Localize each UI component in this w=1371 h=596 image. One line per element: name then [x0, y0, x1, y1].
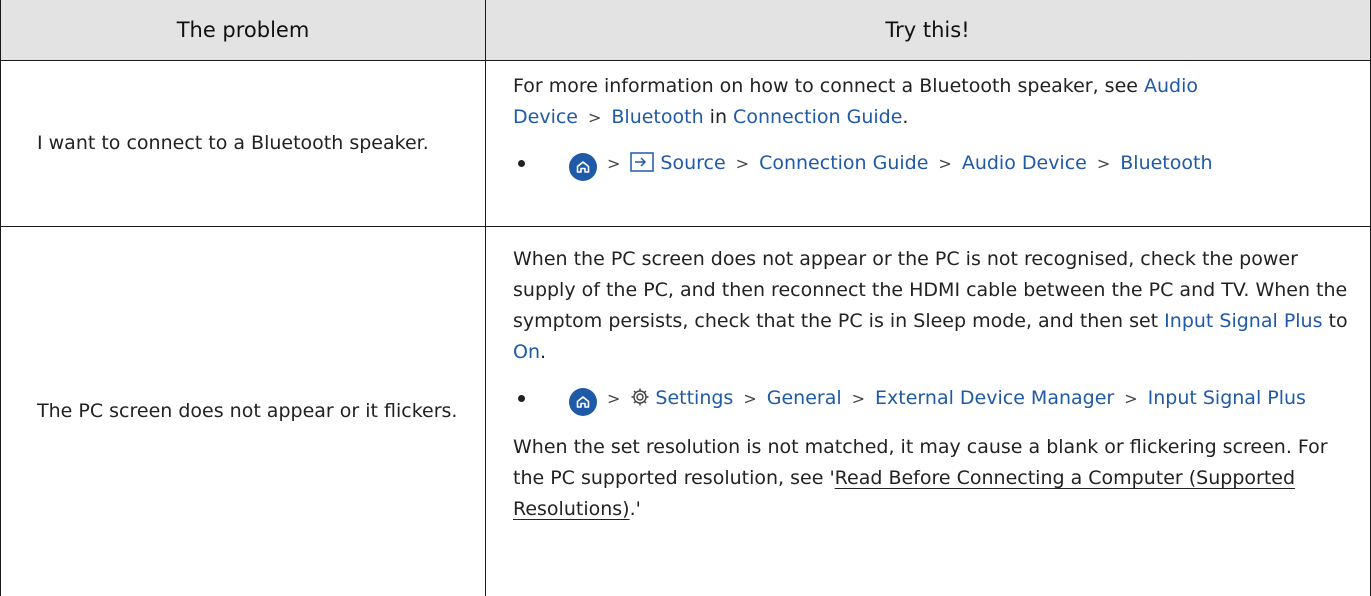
- link-connection-guide[interactable]: Connection Guide: [733, 106, 902, 128]
- home-icon[interactable]: [569, 388, 597, 416]
- troubleshooting-table: The problem Try this! I want to connect …: [0, 0, 1371, 596]
- path-input-signal-plus[interactable]: Input Signal Plus: [1148, 387, 1306, 409]
- pc-text: .: [540, 341, 547, 363]
- link-input-signal-plus[interactable]: Input Signal Plus: [1164, 310, 1322, 332]
- source-icon: [630, 151, 655, 182]
- path-settings[interactable]: Settings: [655, 387, 733, 409]
- column-divider: [485, 0, 486, 596]
- info-text: .: [902, 106, 909, 128]
- info-text: in: [703, 106, 734, 128]
- chevron-right-icon: >: [851, 389, 866, 408]
- header-problem: The problem: [176, 18, 310, 42]
- path-source[interactable]: Source: [660, 152, 725, 174]
- resolution-paragraph: When the set resolution is not matched, …: [513, 432, 1350, 525]
- settings-gear-icon: [630, 386, 650, 417]
- problem-cell: I want to connect to a Bluetooth speaker…: [1, 61, 485, 226]
- chevron-right-icon: >: [587, 108, 602, 127]
- menu-path: > Source > Connection Guide > Audio Device > Bl…: [513, 148, 1350, 182]
- path-audio-device[interactable]: Audio Device: [962, 152, 1087, 174]
- table-header: The problem Try this!: [1, 0, 1370, 61]
- chevron-right-icon: >: [735, 154, 750, 173]
- problem-cell: The PC screen does not appear or it flic…: [1, 227, 485, 596]
- path-connection-guide[interactable]: Connection Guide: [759, 152, 928, 174]
- chevron-right-icon: >: [1096, 154, 1111, 173]
- problem-text: I want to connect to a Bluetooth speaker…: [37, 132, 429, 154]
- info-paragraph: For more information on how to connect a…: [513, 71, 1350, 133]
- path-bluetooth[interactable]: Bluetooth: [1120, 152, 1212, 174]
- menu-path: > Settings > General > External Device Manage…: [513, 383, 1350, 417]
- path-general[interactable]: General: [767, 387, 842, 409]
- chevron-right-icon: >: [607, 389, 621, 408]
- path-external-device-manager[interactable]: External Device Manager: [875, 387, 1114, 409]
- resolution-text: .': [629, 498, 641, 520]
- link-bluetooth[interactable]: Bluetooth: [611, 106, 703, 128]
- chevron-right-icon: >: [743, 389, 757, 408]
- home-icon[interactable]: [569, 153, 597, 181]
- link-on[interactable]: On: [513, 341, 540, 363]
- chevron-right-icon: >: [1124, 389, 1138, 408]
- problem-text: The PC screen does not appear or it flic…: [37, 400, 458, 422]
- solution-cell: For more information on how to connect a…: [485, 61, 1370, 226]
- table-row: I want to connect to a Bluetooth speaker…: [1, 61, 1370, 227]
- pc-paragraph: When the PC screen does not appear or th…: [513, 244, 1350, 368]
- header-try-this: Try this!: [885, 18, 970, 42]
- chevron-right-icon: >: [938, 154, 952, 173]
- pc-text: to: [1322, 310, 1348, 332]
- solution-cell: When the PC screen does not appear or th…: [485, 227, 1370, 596]
- info-text: For more information on how to connect a…: [513, 75, 1144, 97]
- chevron-right-icon: >: [607, 154, 621, 173]
- table-row: The PC screen does not appear or it flic…: [1, 227, 1370, 596]
